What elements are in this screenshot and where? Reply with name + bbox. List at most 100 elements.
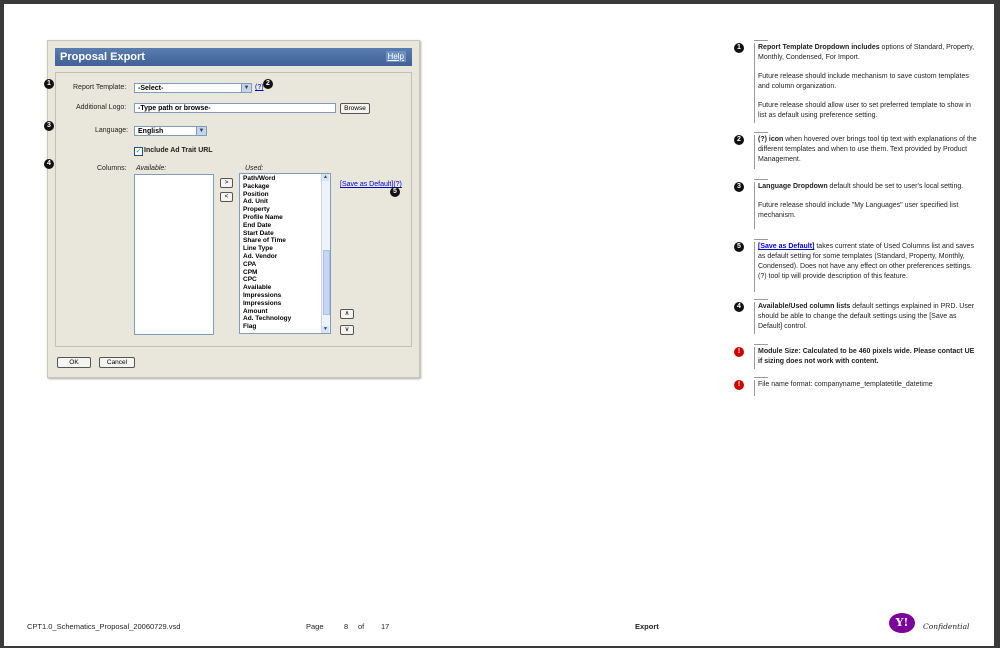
- used-column-item[interactable]: Ad. Vendor: [240, 253, 330, 261]
- used-columns-list[interactable]: Path/Word Package Position Ad. Unit Property…: [239, 173, 331, 334]
- include-ad-trait-checkbox[interactable]: ✓: [134, 147, 143, 156]
- used-column-item[interactable]: Path/Word: [240, 175, 330, 183]
- used-column-item[interactable]: Property: [240, 206, 330, 214]
- footer-section: Export: [635, 622, 659, 631]
- cancel-button[interactable]: Cancel: [99, 357, 135, 368]
- alert-icon: !: [734, 380, 744, 390]
- available-label: Available:: [136, 165, 167, 172]
- alert-icon: !: [734, 347, 744, 357]
- used-column-item[interactable]: Impressions: [240, 292, 330, 300]
- used-column-item[interactable]: Impressions: [240, 300, 330, 308]
- footer-page-total: 17: [381, 622, 390, 631]
- used-column-item[interactable]: CPM: [240, 269, 330, 277]
- footer-filename: CPT1.0_Schematics_Proposal_20060729.vsd: [27, 622, 181, 631]
- callout-1: 1: [44, 79, 54, 89]
- report-template-label: Report Template:: [73, 84, 127, 91]
- report-template-select[interactable]: -Select- ▼: [134, 83, 252, 93]
- browse-button[interactable]: Browse: [340, 103, 370, 114]
- used-column-item[interactable]: Available: [240, 284, 330, 292]
- move-right-button[interactable]: >: [220, 178, 233, 188]
- chevron-down-icon: ▼: [241, 84, 251, 92]
- note-file-name: File name format: companyname_templateti…: [754, 377, 980, 396]
- note-file-name-text: File name format: companyname_templateti…: [758, 381, 933, 388]
- footer-page-label: Page: [306, 622, 324, 631]
- scroll-up-icon[interactable]: ▲: [322, 174, 329, 181]
- note-1-para-2: Future release should include mechanism …: [758, 73, 969, 90]
- used-column-item[interactable]: Position: [240, 191, 330, 199]
- footer-confidential: Confidential: [923, 622, 970, 631]
- note-4-heading: Available/Used column lists: [758, 303, 851, 310]
- note-tick: [754, 344, 768, 345]
- used-column-item[interactable]: CPC: [240, 276, 330, 284]
- used-column-item[interactable]: End Date: [240, 222, 330, 230]
- note-3: Language Dropdown default should be set …: [754, 179, 980, 229]
- used-column-item[interactable]: Flag: [240, 323, 330, 331]
- note-tick: [754, 132, 768, 133]
- used-column-item[interactable]: Profile Name: [240, 214, 330, 222]
- used-list-scrollbar[interactable]: ▲ ▼: [321, 174, 330, 333]
- language-label: Language:: [95, 127, 129, 134]
- move-up-button[interactable]: ∧: [340, 309, 354, 319]
- footer-of-label: of: [358, 622, 365, 631]
- used-column-item[interactable]: Share of Time: [240, 237, 330, 245]
- note-2-text: when hovered over brings tool tip text w…: [758, 136, 977, 163]
- include-ad-trait-label: Include Ad Trait URL: [144, 147, 213, 154]
- note-bubble-4: 4: [734, 302, 744, 312]
- move-left-button[interactable]: <: [220, 192, 233, 202]
- note-bubble-3: 3: [734, 182, 744, 192]
- save-as-default-text: [Save as Default]: [340, 181, 394, 188]
- note-bubble-2: 2: [734, 135, 744, 145]
- callout-2: 2: [263, 79, 273, 89]
- note-1-para-3: Future release should allow user to set …: [758, 102, 971, 119]
- additional-logo-label: Additional Logo:: [76, 104, 127, 111]
- used-column-item[interactable]: CPA: [240, 261, 330, 269]
- used-column-item[interactable]: Ad. Unit: [240, 198, 330, 206]
- scroll-down-icon[interactable]: ▼: [322, 326, 329, 333]
- used-column-item[interactable]: Line Type: [240, 245, 330, 253]
- used-column-item[interactable]: Ad. Technology: [240, 315, 330, 323]
- used-column-item[interactable]: Package: [240, 183, 330, 191]
- available-columns-list[interactable]: [134, 174, 214, 335]
- note-tick: [754, 377, 768, 378]
- additional-logo-input[interactable]: -Type path or browse-: [134, 103, 336, 113]
- note-4: Available/Used column lists default sett…: [754, 299, 980, 334]
- help-link[interactable]: Help: [385, 51, 406, 62]
- language-select[interactable]: English ▼: [134, 126, 207, 136]
- yahoo-logo: Y!: [889, 613, 915, 633]
- language-value: English: [138, 128, 164, 135]
- note-5: [Save as Default] takes current state of…: [754, 239, 980, 292]
- proposal-export-dialog: Proposal Export Help Report Template: -S…: [47, 40, 420, 378]
- footer-page-number: 8: [344, 622, 349, 631]
- scroll-thumb[interactable]: [323, 250, 330, 315]
- used-label: Used:: [245, 165, 264, 172]
- callout-4: 4: [44, 159, 54, 169]
- note-tick: [754, 239, 768, 240]
- columns-label: Columns:: [97, 165, 127, 172]
- callout-3: 3: [44, 121, 54, 131]
- note-module-size: Module Size: Calculated to be 460 pixels…: [754, 344, 980, 369]
- document-page: Proposal Export Help Report Template: -S…: [4, 4, 994, 646]
- note-3-text: default should be set to user's local se…: [827, 183, 964, 190]
- dialog-title-bar: Proposal Export Help: [55, 48, 412, 66]
- used-items-container: Path/Word Package Position Ad. Unit Property…: [240, 174, 330, 331]
- note-tick: [754, 40, 768, 41]
- note-3-heading: Language Dropdown: [758, 183, 828, 190]
- note-2-heading: (?) icon: [758, 136, 784, 143]
- note-1-heading: Report Template Dropdown includes: [758, 44, 880, 51]
- note-module-size-text: Module Size: Calculated to be 460 pixels…: [758, 348, 975, 365]
- note-tick: [754, 299, 768, 300]
- used-column-item[interactable]: Amount: [240, 308, 330, 316]
- chevron-down-icon: ▼: [196, 127, 206, 135]
- note-tick: [754, 179, 768, 180]
- note-3-para-2: Future release should include "My Langua…: [758, 202, 959, 219]
- note-2: (?) icon when hovered over brings tool t…: [754, 132, 980, 169]
- ok-button[interactable]: OK: [57, 357, 91, 368]
- callout-5: 5: [390, 187, 400, 197]
- note-1: Report Template Dropdown includes option…: [754, 40, 980, 123]
- used-column-item[interactable]: Start Date: [240, 230, 330, 238]
- note-bubble-5: 5: [734, 242, 744, 252]
- note-bubble-1: 1: [734, 43, 744, 53]
- dialog-title: Proposal Export: [60, 51, 145, 63]
- note-5-link: [Save as Default]: [758, 243, 815, 250]
- move-down-button[interactable]: ∨: [340, 325, 354, 335]
